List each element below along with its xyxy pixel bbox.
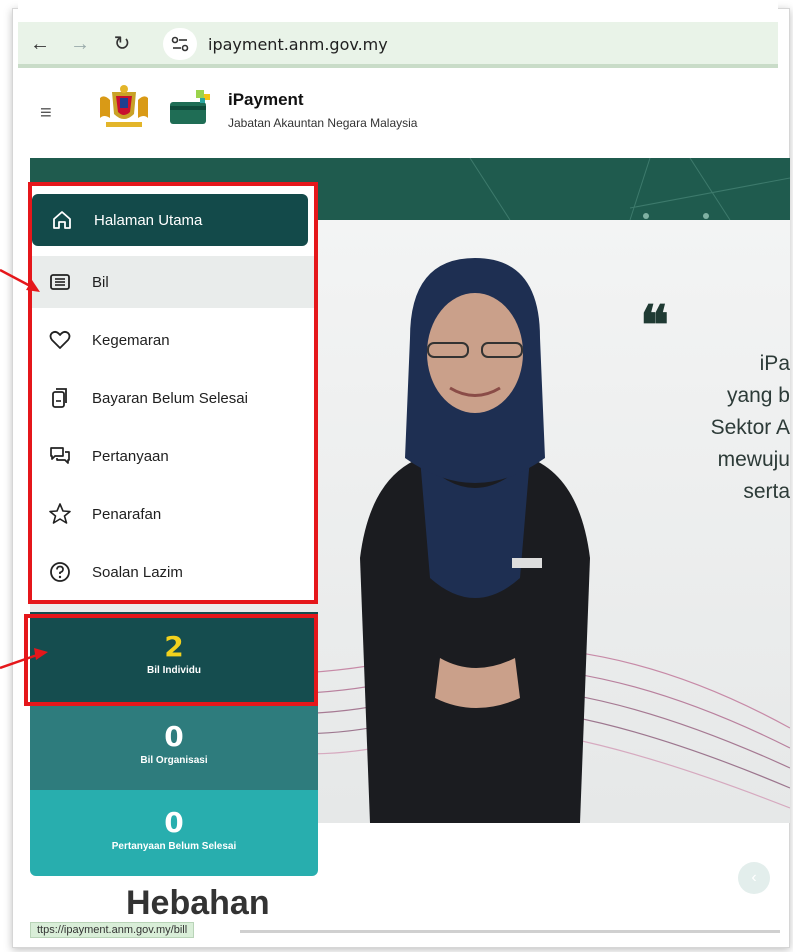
status-bar-url: ttps://ipayment.anm.gov.my/bill — [30, 922, 195, 938]
back-arrow-icon[interactable]: ← — [26, 30, 54, 58]
hero-quote: iPa yang b Sektor A mewuju serta — [640, 348, 790, 508]
annotation-arrow-icon — [0, 268, 40, 292]
stat-pertanyaan-belum-selesai[interactable]: 0 Pertanyaan Belum Selesai — [30, 790, 318, 876]
quote-line: Sektor A — [710, 416, 790, 439]
site-info-icon[interactable] — [163, 28, 197, 60]
forward-arrow-icon[interactable]: → — [66, 30, 94, 58]
address-bar: ← → ↻ ipayment.anm.gov.my — [18, 22, 778, 68]
annotation-menu-highlight — [28, 182, 318, 604]
menu-icon[interactable]: ≡ — [40, 102, 52, 125]
stat-value: 0 — [164, 720, 184, 753]
quote-line: mewuju — [717, 448, 790, 471]
coat-of-arms-logo — [100, 85, 148, 127]
stat-bil-organisasi[interactable]: 0 Bil Organisasi — [30, 704, 318, 790]
brand-title: iPayment — [228, 90, 304, 109]
annotation-arrow-icon — [0, 648, 48, 670]
brand-subtitle: Jabatan Akauntan Negara Malaysia — [228, 116, 418, 130]
carousel-prev-icon[interactable]: ‹ — [738, 862, 770, 894]
official-portrait — [360, 258, 590, 823]
quote-line: serta — [743, 480, 790, 503]
quote-mark-icon: ❝ — [640, 293, 670, 357]
stat-label: Bil Organisasi — [140, 755, 208, 766]
section-title: Hebahan — [126, 884, 270, 922]
url-text[interactable]: ipayment.anm.gov.my — [208, 35, 388, 54]
reload-icon[interactable]: ↻ — [108, 30, 136, 58]
browser-toolbar: ← → ↻ ipayment.anm.gov.my — [18, 0, 778, 70]
site-header: ≡ iPayment Jabatan Akauntan Negara Malay… — [18, 72, 778, 156]
horizontal-scrollbar[interactable] — [240, 930, 780, 933]
stat-label: Pertanyaan Belum Selesai — [111, 841, 237, 852]
ipayment-logo — [170, 90, 210, 124]
annotation-stat-highlight — [24, 614, 318, 706]
quote-line: iPa — [759, 352, 790, 375]
stat-value: 0 — [164, 806, 184, 839]
quote-line: yang b — [726, 384, 790, 407]
